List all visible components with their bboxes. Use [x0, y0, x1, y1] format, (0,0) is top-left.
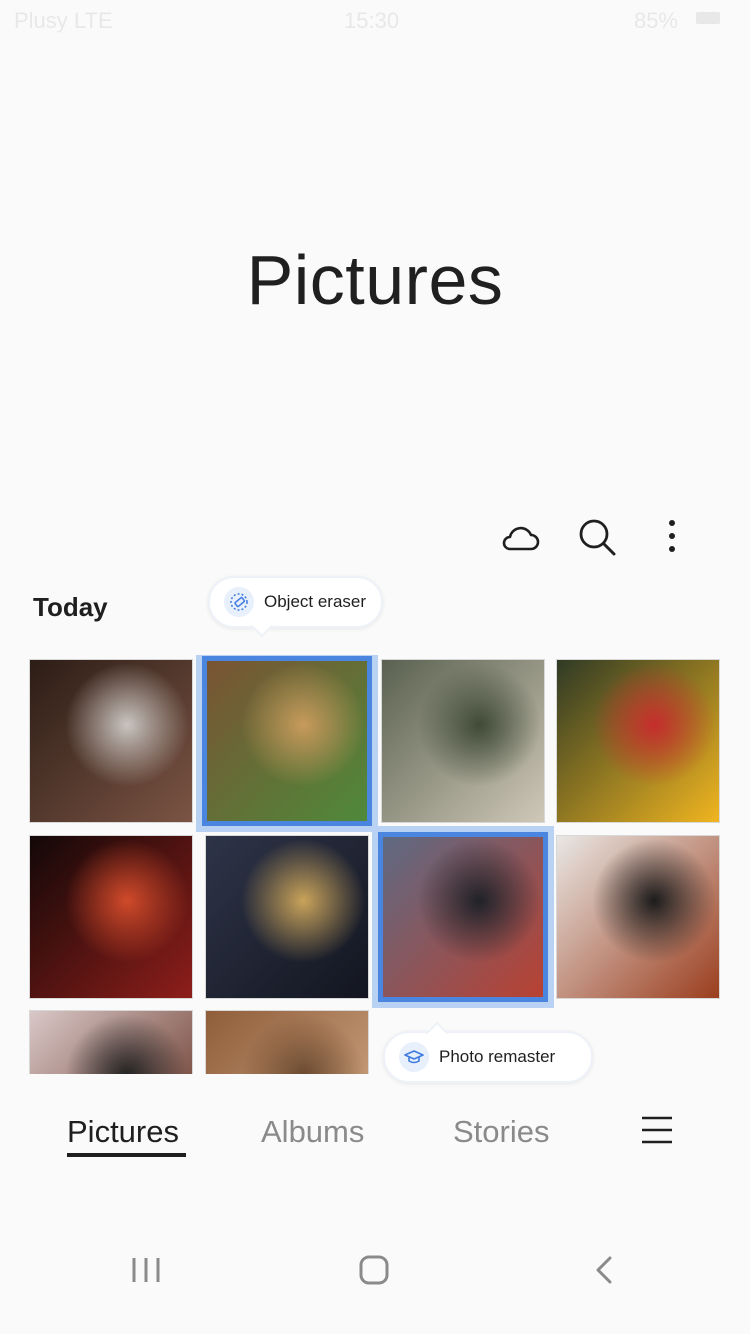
photo-young-man-portrait[interactable] [378, 832, 548, 1002]
tab-pictures[interactable]: Pictures [67, 1114, 179, 1150]
tab-stories[interactable]: Stories [453, 1114, 549, 1150]
eraser-icon [224, 587, 254, 617]
more-vertical-icon[interactable] [650, 515, 694, 559]
object-eraser-label: Object eraser [264, 592, 367, 611]
graduation-cap-icon [399, 1042, 429, 1072]
search-icon[interactable] [575, 515, 619, 559]
menu-icon[interactable] [640, 1113, 674, 1147]
cloud-icon[interactable] [498, 515, 542, 559]
recent-apps-icon[interactable] [126, 1250, 166, 1290]
battery-icon [696, 12, 720, 24]
carrier-label: Plusy LTE [14, 8, 113, 33]
home-icon[interactable] [354, 1250, 394, 1290]
battery-percent: 85% [633, 8, 678, 33]
photo-city-night-silhouette[interactable] [205, 835, 369, 999]
photo-red-leaves-night[interactable] [29, 835, 193, 999]
active-tab-indicator [67, 1153, 186, 1157]
back-icon[interactable] [584, 1250, 624, 1290]
photo-remaster-tooltip[interactable]: Photo remaster [383, 1021, 593, 1083]
photo-woman-sunset[interactable] [29, 1010, 193, 1074]
photo-grid [0, 655, 750, 1074]
clock: 15:30 [344, 8, 400, 33]
photo-eye-closeup[interactable] [29, 659, 193, 823]
photo-friends-cafe[interactable] [381, 659, 545, 823]
photo-remaster-label: Photo remaster [439, 1047, 556, 1066]
status-bar: Plusy LTE 15:30 85% [0, 0, 750, 40]
photo-dog[interactable] [205, 1010, 369, 1074]
object-eraser-tooltip[interactable]: Object eraser [208, 576, 383, 638]
photo-drinks[interactable] [556, 659, 720, 823]
tooltip-arrow [250, 614, 274, 638]
photo-woman-curly-hair[interactable] [556, 835, 720, 999]
bottom-tab-bar: Pictures Albums Stories [0, 1100, 750, 1170]
tab-albums[interactable]: Albums [261, 1114, 364, 1150]
page-title: Pictures [246, 241, 504, 319]
section-title-today: Today [33, 592, 108, 622]
photo-food-plate[interactable] [202, 656, 372, 826]
